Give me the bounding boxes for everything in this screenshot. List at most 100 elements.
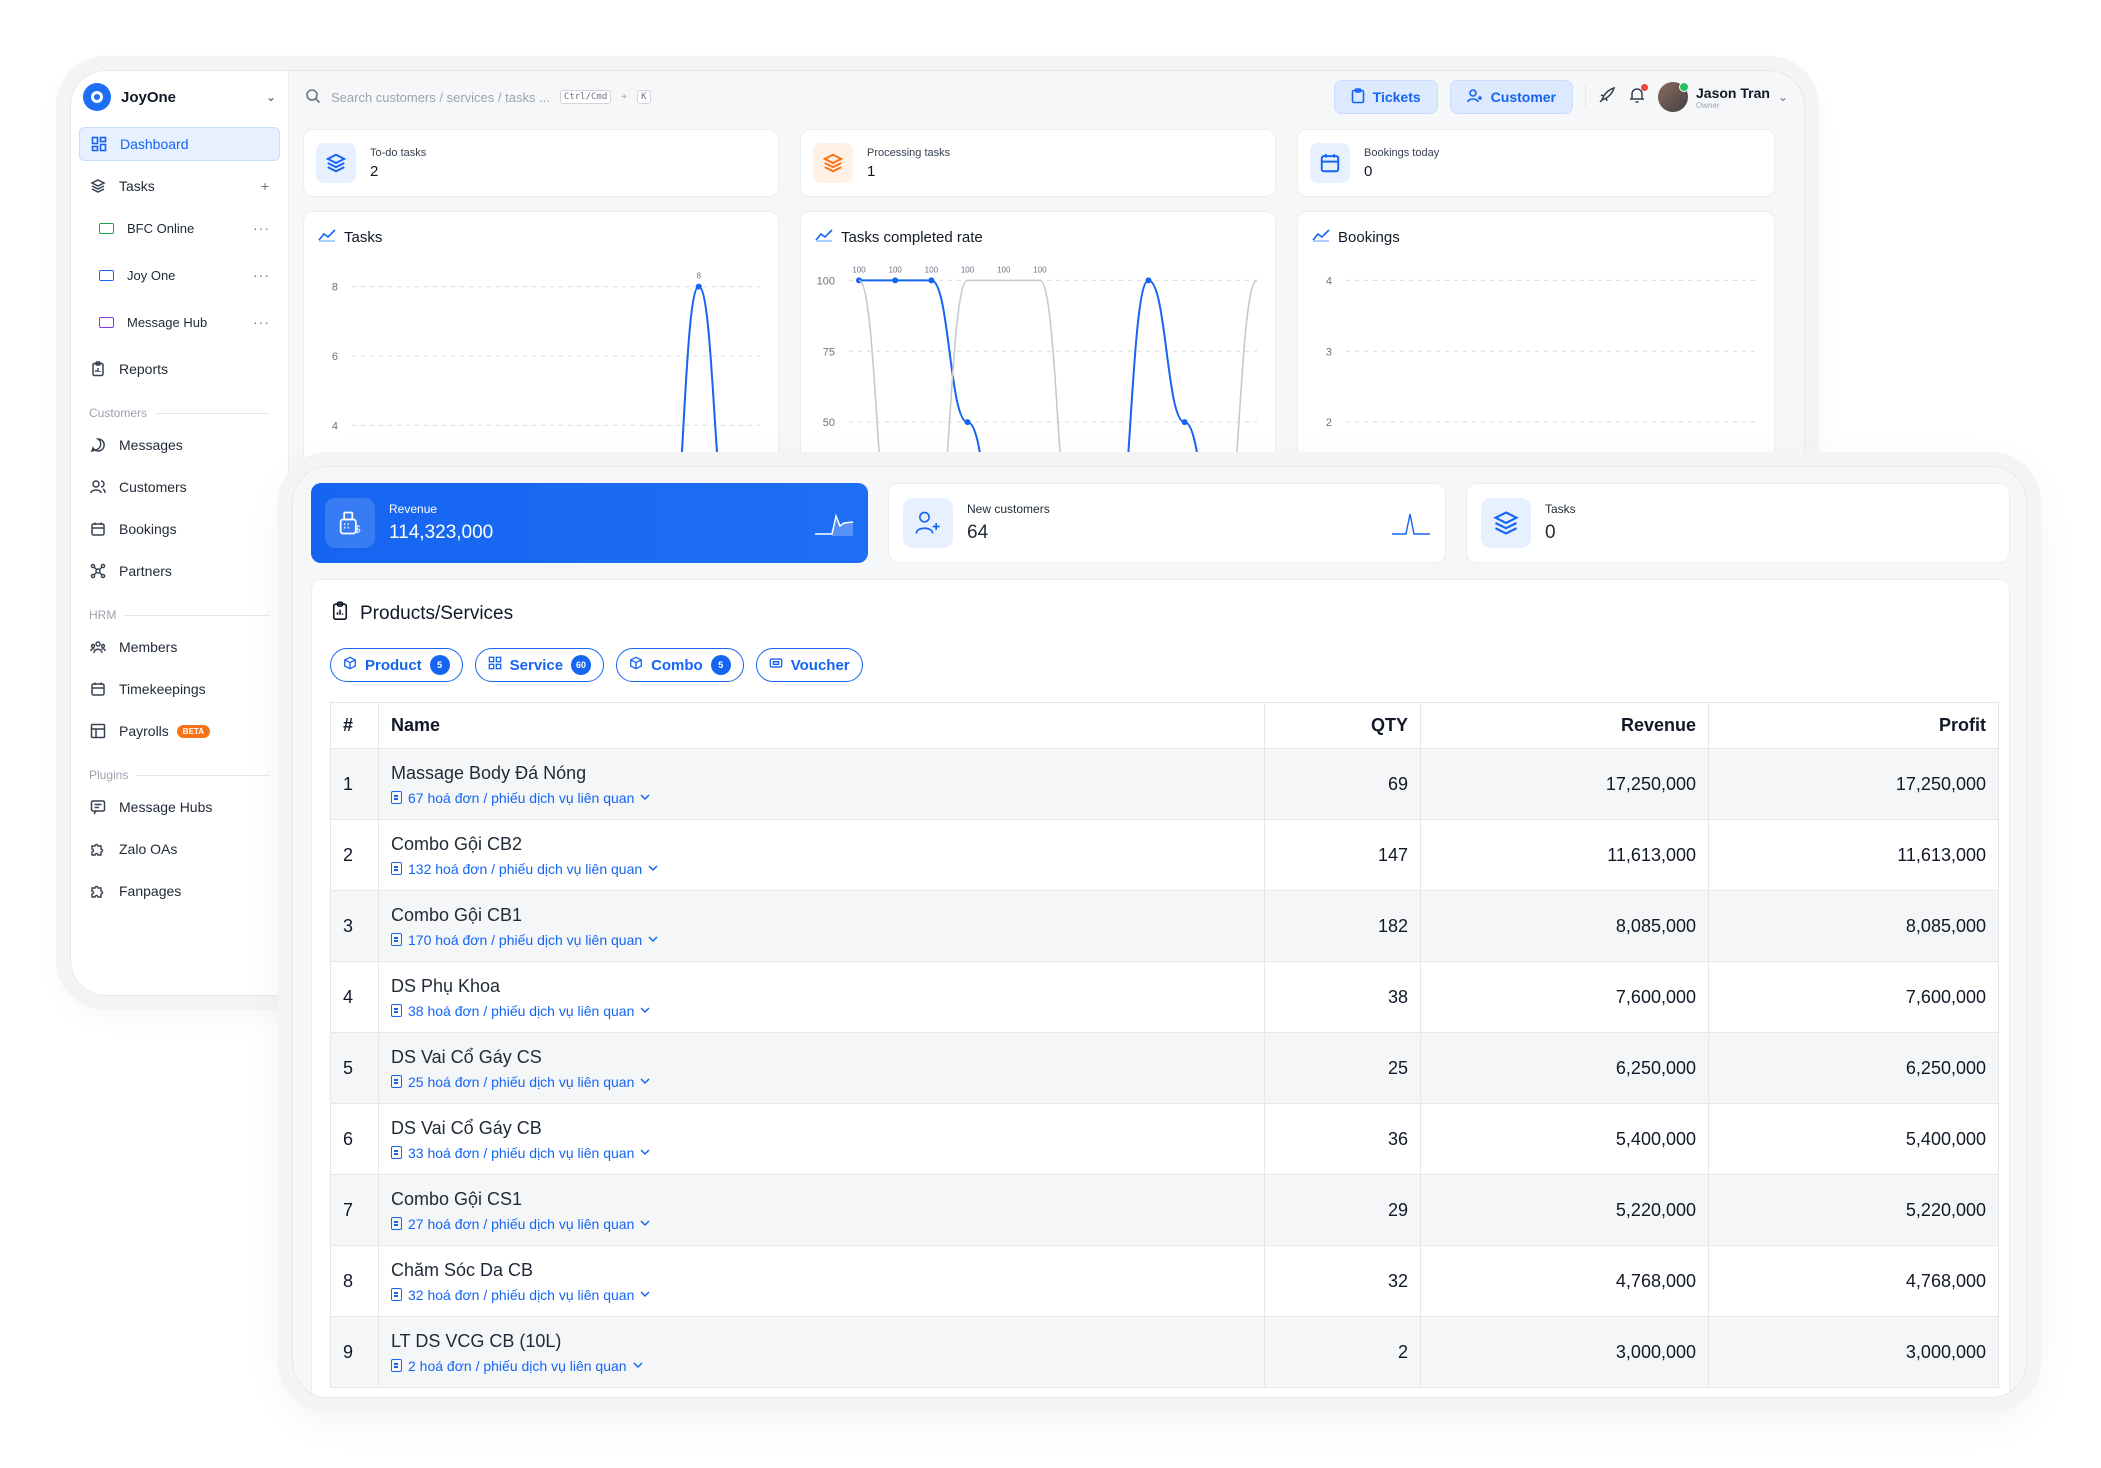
row-profit: 5,220,000 [1708,1174,1999,1246]
sidebar-item-bfc-online[interactable]: BFC Online ··· [79,211,280,245]
table-row[interactable]: 5 DS Vai Cổ Gáy CS 25 hoá đơn / phiếu dị… [330,1032,1999,1104]
related-invoices-link[interactable]: 32 hoá đơn / phiếu dịch vụ liên quan [391,1287,1252,1303]
filter-voucher[interactable]: Voucher [755,648,863,682]
data-label: 8 [697,272,702,281]
stat-card-bookings-today[interactable]: Bookings today 0 [1297,129,1775,197]
product-name[interactable]: LT DS VCG CB (10L) [391,1331,1252,1352]
table-row[interactable]: 7 Combo Gội CS1 27 hoá đơn / phiếu dịch … [330,1174,1999,1246]
related-invoices-link[interactable]: 2 hoá đơn / phiếu dịch vụ liên quan [391,1358,1252,1374]
kpi-card-tasks[interactable]: Tasks 0 [1466,483,2010,563]
related-invoices-link[interactable]: 38 hoá đơn / phiếu dịch vụ liên quan [391,1003,1252,1019]
tickets-button[interactable]: Tickets [1333,80,1438,114]
sidebar-item-label: Partners [119,563,172,579]
bell-icon[interactable] [1628,83,1649,109]
stat-card-processing[interactable]: Processing tasks 1 [800,129,1276,197]
data-label: 100 [852,265,866,274]
more-icon[interactable]: ··· [253,267,270,283]
sidebar-item-message-hub[interactable]: Message Hub ··· [79,305,280,339]
related-invoices-link[interactable]: 25 hoá đơn / phiếu dịch vụ liên quan [391,1074,1252,1090]
table-row[interactable]: 6 DS Vai Cổ Gáy CB 33 hoá đơn / phiếu dị… [330,1103,1999,1175]
y-tick-label: 100 [817,275,835,287]
row-revenue: 7,600,000 [1420,961,1709,1033]
sidebar-item-joy-one[interactable]: Joy One ··· [79,258,280,292]
user-menu[interactable]: Jason Tran Owner ⌄ [1658,82,1788,112]
kpi-value: 114,323,000 [389,522,494,543]
more-icon[interactable]: ··· [253,220,270,236]
related-invoices-link[interactable]: 67 hoá đơn / phiếu dịch vụ liên quan [391,790,1252,806]
chevron-down-icon [640,794,650,801]
kpi-card-revenue[interactable]: $ Revenue 114,323,000 [311,483,868,563]
table-row[interactable]: 3 Combo Gội CB1 170 hoá đơn / phiếu dịch… [330,890,1999,962]
table-row[interactable]: 9 LT DS VCG CB (10L) 2 hoá đơn / phiếu d… [330,1316,1999,1388]
y-tick-label: 3 [1326,346,1332,358]
product-name[interactable]: DS Vai Cổ Gáy CS [391,1047,1252,1068]
sidebar-item-bookings[interactable]: Bookings [79,512,280,546]
table-row[interactable]: 4 DS Phụ Khoa 38 hoá đơn / phiếu dịch vụ… [330,961,1999,1033]
data-point [1145,277,1152,284]
sidebar-item-label: Message Hubs [119,799,213,815]
related-invoices-link[interactable]: 132 hoá đơn / phiếu dịch vụ liên quan [391,861,1252,877]
data-label: 100 [889,265,903,274]
column-header-name[interactable]: Name [378,702,1265,749]
rocket-icon[interactable] [1598,86,1616,109]
filter-combo[interactable]: Combo 5 [616,648,744,682]
row-index: 4 [330,961,379,1033]
column-header-profit[interactable]: Profit [1708,702,1999,749]
add-task-icon[interactable]: + [261,178,270,194]
search-icon [305,88,321,107]
chevron-down-icon [640,1007,650,1014]
puzzle-icon [89,882,107,900]
sidebar-item-members[interactable]: Members [79,630,280,664]
sidebar-item-tasks[interactable]: Tasks + [79,169,280,203]
product-name[interactable]: Combo Gội CB2 [391,834,1252,855]
stat-card-todo[interactable]: To-do tasks 2 [303,129,779,197]
related-invoices-text: 2 hoá đơn / phiếu dịch vụ liên quan [408,1357,627,1374]
kpi-card-new-customers[interactable]: New customers 64 [888,483,1446,563]
customer-button[interactable]: Customer [1449,80,1574,114]
receipt-icon [391,1217,402,1230]
column-header-qty[interactable]: QTY [1264,702,1421,749]
related-invoices-link[interactable]: 33 hoá đơn / phiếu dịch vụ liên quan [391,1145,1252,1161]
row-name-cell: Combo Gội CB1 170 hoá đơn / phiếu dịch v… [378,890,1265,962]
sidebar-item-message-hubs[interactable]: Message Hubs [79,790,280,824]
sidebar-item-reports[interactable]: Reports [79,352,280,386]
filter-service[interactable]: Service 60 [474,648,605,682]
column-header-index[interactable]: # [330,702,379,749]
sidebar-nav: Dashboard Tasks + BFC Online ··· Joy One… [71,123,288,920]
column-header-revenue[interactable]: Revenue [1420,702,1709,749]
product-name[interactable]: DS Phụ Khoa [391,976,1252,997]
sidebar-item-dashboard[interactable]: Dashboard [79,127,280,161]
table-row[interactable]: 2 Combo Gội CB2 132 hoá đơn / phiếu dịch… [330,819,1999,891]
related-invoices-link[interactable]: 170 hoá đơn / phiếu dịch vụ liên quan [391,932,1252,948]
table-row[interactable]: 1 Massage Body Đá Nóng 67 hoá đơn / phiế… [330,748,1999,820]
sidebar-item-zalo-oas[interactable]: Zalo OAs [79,832,280,866]
sidebar-item-partners[interactable]: Partners [79,554,280,588]
data-point [928,277,935,284]
notification-dot [1641,83,1649,91]
filter-count: 5 [429,655,450,675]
related-invoices-text: 38 hoá đơn / phiếu dịch vụ liên quan [408,1002,635,1019]
filter-product[interactable]: Product 5 [330,648,463,682]
sidebar: JoyOne ⌄ Dashboard Tasks + BFC Online ··… [71,71,289,995]
product-name[interactable]: Massage Body Đá Nóng [391,763,1252,784]
sidebar-item-payrolls[interactable]: Payrolls BETA [79,714,280,748]
sidebar-item-timekeepings[interactable]: Timekeepings [79,672,280,706]
related-invoices-link[interactable]: 27 hoá đơn / phiếu dịch vụ liên quan [391,1216,1252,1232]
kpi-value: 64 [967,522,989,543]
global-search[interactable]: Search customers / services / tasks ... … [305,88,651,107]
product-name[interactable]: Chăm Sóc Da CB [391,1260,1252,1281]
stat-value: 1 [867,162,876,180]
sidebar-item-fanpages[interactable]: Fanpages [79,874,280,908]
more-icon[interactable]: ··· [253,314,270,330]
product-name[interactable]: Combo Gội CS1 [391,1189,1252,1210]
chevron-down-icon [633,1362,643,1369]
sidebar-item-messages[interactable]: Messages [79,428,280,462]
product-name[interactable]: DS Vai Cổ Gáy CB [391,1118,1252,1139]
workspace-switcher[interactable]: JoyOne ⌄ [71,71,288,123]
row-revenue: 4,768,000 [1420,1245,1709,1317]
product-name[interactable]: Combo Gội CB1 [391,905,1252,926]
table-row[interactable]: 8 Chăm Sóc Da CB 32 hoá đơn / phiếu dịch… [330,1245,1999,1317]
sidebar-item-customers[interactable]: Customers [79,470,280,504]
clipboard-icon [330,600,350,628]
sidebar-item-label: Zalo OAs [119,841,178,857]
